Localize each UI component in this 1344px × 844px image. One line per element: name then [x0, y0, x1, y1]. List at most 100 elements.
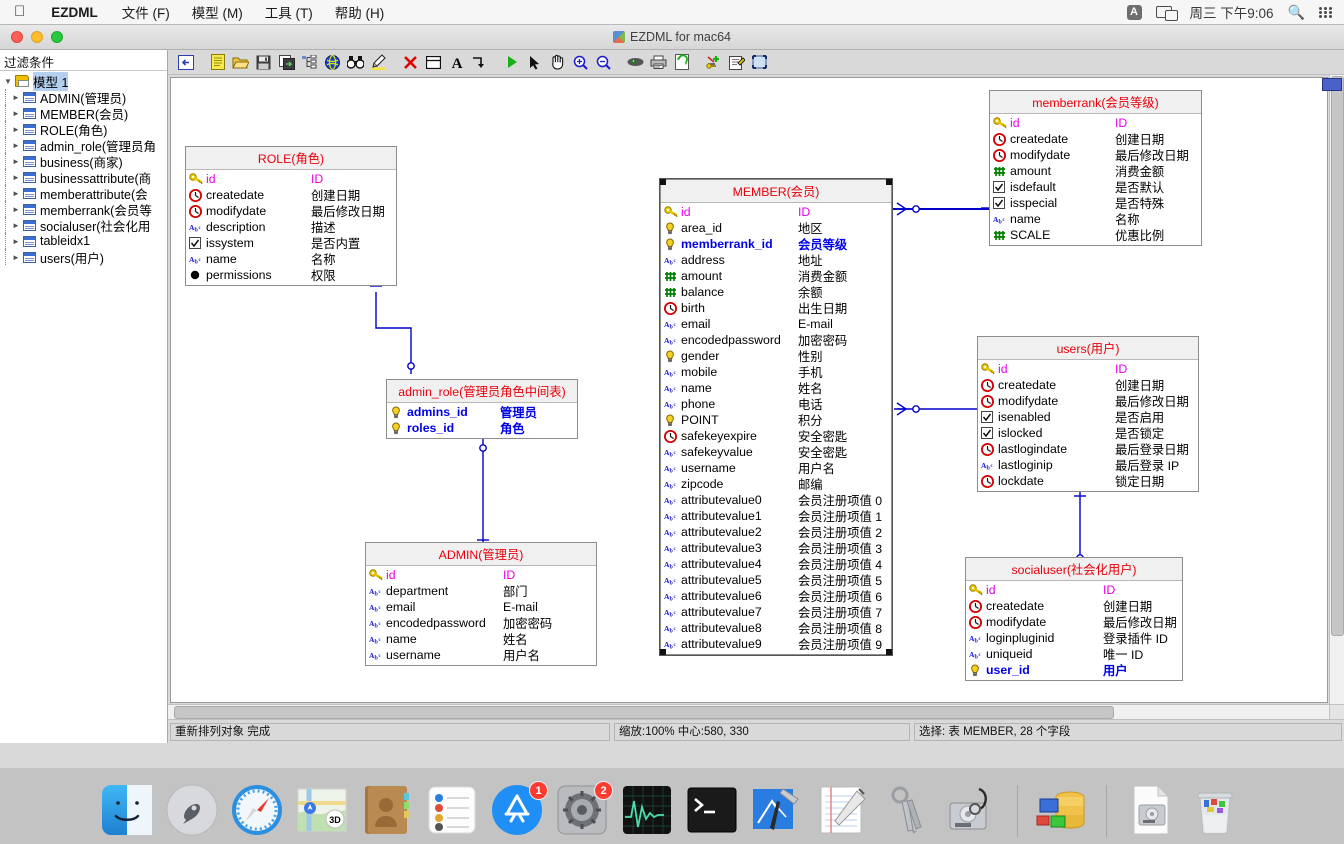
save-as-icon[interactable]: [275, 51, 298, 74]
er-field-row[interactable]: Ab c username 用户名: [369, 647, 593, 663]
er-field-row[interactable]: Ab c attributevalue4 会员注册项值 4: [664, 556, 888, 572]
er-field-row[interactable]: Ab c safekeyvalue 安全密匙: [664, 444, 888, 460]
spotlight-search-icon[interactable]: 🔍: [1288, 4, 1305, 21]
er-field-row[interactable]: Ab c name 名称: [189, 251, 393, 267]
er-field-row[interactable]: birth 出生日期: [664, 300, 888, 316]
refresh-doc-icon[interactable]: [670, 51, 693, 74]
er-field-row[interactable]: Ab c attributevalue6 会员注册项值 6: [664, 588, 888, 604]
keychain-access-icon[interactable]: [880, 783, 936, 839]
expander-icon[interactable]: ►: [12, 109, 23, 118]
trash-icon[interactable]: [1188, 783, 1244, 839]
expander-icon[interactable]: ►: [12, 173, 23, 182]
zoom-in-icon[interactable]: [569, 51, 592, 74]
selection-handle[interactable]: [660, 649, 666, 655]
er-field-row[interactable]: id ID: [369, 567, 593, 583]
menu-item-help[interactable]: 帮助 (H): [324, 2, 396, 22]
er-field-row[interactable]: Ab c attributevalue3 会员注册项值 3: [664, 540, 888, 556]
er-field-row[interactable]: Ab c attributevalue8 会员注册项值 8: [664, 620, 888, 636]
er-field-row[interactable]: Ab c department 部门: [369, 583, 593, 599]
print-icon[interactable]: [647, 51, 670, 74]
xcode-icon[interactable]: [750, 783, 806, 839]
er-field-row[interactable]: createdate 创建日期: [981, 377, 1195, 393]
er-field-row[interactable]: admins_id 管理员: [390, 404, 574, 420]
er-field-row[interactable]: id ID: [969, 582, 1179, 598]
safari-icon[interactable]: [230, 783, 286, 839]
er-field-row[interactable]: permissions 权限: [189, 267, 393, 283]
er-field-row[interactable]: id ID: [189, 171, 393, 187]
canvas-vertical-scrollbar[interactable]: [1329, 75, 1344, 705]
database-globe-icon[interactable]: [321, 51, 344, 74]
er-field-row[interactable]: gender 性别: [664, 348, 888, 364]
er-field-row[interactable]: isspecial 是否特殊: [993, 195, 1198, 211]
filter-input[interactable]: 过滤条件: [0, 50, 167, 71]
expander-icon[interactable]: ▼: [4, 77, 15, 86]
contacts-icon[interactable]: [360, 783, 416, 839]
er-field-row[interactable]: amount 消费金额: [664, 268, 888, 284]
launchpad-icon[interactable]: [165, 783, 221, 839]
er-field-row[interactable]: modifydate 最后修改日期: [969, 614, 1179, 630]
er-diagram-canvas[interactable]: ROLE(角色) id ID createdate 创建日期 modifydate 最后修改…: [170, 77, 1328, 703]
er-field-row[interactable]: Ab c address 地址: [664, 252, 888, 268]
er-field-row[interactable]: Ab c name 姓名: [664, 380, 888, 396]
er-field-row[interactable]: area_id 地区: [664, 220, 888, 236]
canvas-minimap-indicator[interactable]: [1322, 78, 1342, 91]
system-preferences-icon[interactable]: 2: [555, 781, 613, 839]
er-field-row[interactable]: Ab c name 名称: [993, 211, 1198, 227]
open-folder-icon[interactable]: [229, 51, 252, 74]
er-field-row[interactable]: createdate 创建日期: [189, 187, 393, 203]
selection-handle[interactable]: [886, 179, 892, 185]
er-field-row[interactable]: Ab c mobile 手机: [664, 364, 888, 380]
ezdml-dock-icon[interactable]: [1034, 783, 1090, 839]
model-tree[interactable]: ▼ 模型 1 ► ADMIN(管理员) ► MEMBER(会员) ► ROLE(角色) ► a…: [0, 71, 167, 743]
expander-icon[interactable]: ►: [12, 189, 23, 198]
canvas-horizontal-scrollbar[interactable]: [168, 704, 1329, 719]
app-store-icon[interactable]: 1: [490, 781, 548, 839]
tree-item[interactable]: ► users(用户): [0, 249, 167, 266]
maps-icon[interactable]: 3D: [295, 783, 351, 839]
er-table[interactable]: socialuser(社会化用户) id ID createdate 创建日期 modif…: [965, 557, 1183, 681]
zoom-out-icon[interactable]: [592, 51, 615, 74]
er-field-row[interactable]: isdefault 是否默认: [993, 179, 1198, 195]
er-table[interactable]: ADMIN(管理员) id ID Ab c department 部门 Ab c email E-m…: [365, 542, 597, 666]
new-document-icon[interactable]: [206, 51, 229, 74]
er-table[interactable]: admin_role(管理员角色中间表) admins_id 管理员 roles_id…: [386, 379, 578, 439]
expander-icon[interactable]: ►: [12, 221, 23, 230]
er-field-row[interactable]: Ab c loginpluginid 登录插件 ID: [969, 630, 1179, 646]
menu-app-name[interactable]: EZDML: [38, 5, 111, 20]
er-field-row[interactable]: Ab c email E-mail: [664, 316, 888, 332]
menu-item-tools[interactable]: 工具 (T): [254, 2, 324, 22]
expander-icon[interactable]: ►: [12, 253, 23, 262]
er-field-row[interactable]: createdate 创建日期: [993, 131, 1198, 147]
er-table[interactable]: ROLE(角色) id ID createdate 创建日期 modifydate 最后修改…: [185, 146, 397, 286]
er-field-row[interactable]: Ab c zipcode 邮编: [664, 476, 888, 492]
delete-icon[interactable]: [399, 51, 422, 74]
er-field-row[interactable]: roles_id 角色: [390, 420, 574, 436]
er-field-row[interactable]: Ab c name 姓名: [369, 631, 593, 647]
tree-item-list[interactable]: ► ADMIN(管理员) ► MEMBER(会员) ► ROLE(角色) ► admin_ro…: [0, 89, 167, 266]
expander-icon[interactable]: ►: [12, 125, 23, 134]
er-field-row[interactable]: modifydate 最后修改日期: [981, 393, 1195, 409]
fit-to-window-icon[interactable]: [748, 51, 771, 74]
expander-icon[interactable]: ►: [12, 237, 23, 246]
selection-handle[interactable]: [886, 649, 892, 655]
er-field-row[interactable]: isenabled 是否启用: [981, 409, 1195, 425]
selection-handle[interactable]: [660, 179, 666, 185]
back-icon[interactable]: [174, 51, 197, 74]
menu-clock[interactable]: 周三 下午9:06: [1190, 2, 1274, 22]
main-toolbar[interactable]: A: [168, 50, 1344, 75]
er-field-row[interactable]: amount 消费金额: [993, 163, 1198, 179]
er-field-row[interactable]: SCALE 优惠比例: [993, 227, 1198, 243]
menu-item-file[interactable]: 文件 (F): [111, 2, 181, 22]
window-title-bar[interactable]: EZDML for mac64: [0, 25, 1344, 50]
er-field-row[interactable]: POINT 积分: [664, 412, 888, 428]
search-binoculars-icon[interactable]: [344, 51, 367, 74]
er-field-row[interactable]: Ab c phone 电话: [664, 396, 888, 412]
er-field-row[interactable]: id ID: [664, 204, 888, 220]
er-field-row[interactable]: Ab c attributevalue0 会员注册项值 0: [664, 492, 888, 508]
disk-image-icon[interactable]: [1123, 783, 1179, 839]
er-field-row[interactable]: user_id 用户: [969, 662, 1179, 678]
er-field-row[interactable]: issystem 是否内置: [189, 235, 393, 251]
apple-logo-icon[interactable]: : [0, 4, 38, 19]
er-table[interactable]: users(用户) id ID createdate 创建日期 modifydate 最后修…: [977, 336, 1199, 492]
er-table[interactable]: MEMBER(会员) id ID area_id 地区 memberrank_id 会员等级…: [659, 178, 893, 656]
